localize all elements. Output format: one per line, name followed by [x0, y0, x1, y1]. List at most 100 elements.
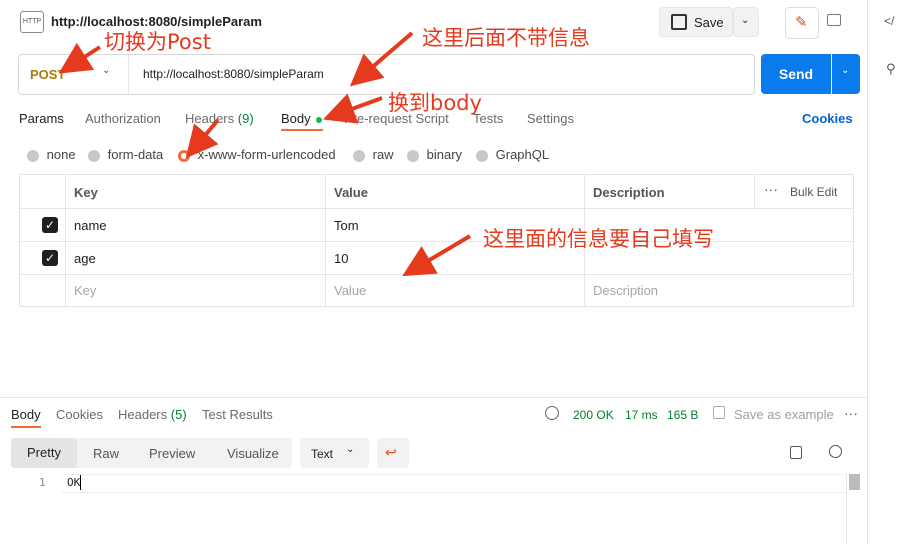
body-type-label: binary	[426, 147, 463, 162]
response-tab-test-results[interactable]: Test Results	[202, 407, 273, 422]
col-divider	[325, 175, 326, 306]
annotation-no-info-after: 这里后面不带信息	[422, 26, 590, 50]
send-dropdown-button[interactable]: ⌄	[832, 54, 860, 94]
body-type-label: x-www-form-urlencoded	[197, 147, 336, 162]
radio-icon	[27, 149, 39, 162]
copy-icon[interactable]	[790, 446, 802, 459]
search-icon[interactable]	[829, 445, 842, 458]
radio-icon	[407, 149, 419, 162]
response-tab-body[interactable]: Body	[11, 407, 41, 422]
status-code[interactable]: 200 OK	[573, 408, 614, 422]
row-key[interactable]: name	[74, 218, 107, 233]
save-button[interactable]: Save	[659, 7, 733, 37]
tab-body[interactable]: Body	[281, 111, 323, 126]
format-select[interactable]: Text ⌄	[300, 438, 369, 468]
code-icon[interactable]: </	[884, 14, 894, 28]
col-header-key: Key	[74, 185, 98, 200]
tab-headers[interactable]: Headers (9)	[185, 111, 254, 126]
response-tab-cookies[interactable]: Cookies	[56, 407, 103, 422]
row-divider	[20, 274, 853, 275]
right-panel-divider	[867, 0, 868, 544]
comment-icon	[827, 14, 841, 26]
body-type-binary[interactable]: binary	[407, 147, 462, 162]
col-header-description: Description	[593, 185, 665, 200]
more-options-icon[interactable]: ···	[844, 405, 858, 421]
http-badge-icon: HTTP	[20, 11, 44, 33]
chevron-down-icon: ⌄	[741, 15, 750, 26]
col-header-value: Value	[334, 185, 368, 200]
row-checkbox-icon[interactable]: ✓	[42, 217, 58, 233]
radio-icon	[353, 149, 365, 162]
lightbulb-icon[interactable]: ⚲	[886, 61, 896, 77]
radio-selected-icon	[178, 149, 190, 162]
tab-body-underline	[281, 129, 323, 131]
tab-headers-label: Headers	[185, 111, 235, 126]
body-type-label: GraphQL	[495, 147, 550, 162]
edit-button[interactable]: ✎	[785, 7, 819, 39]
tab-body-label: Body	[281, 111, 311, 126]
body-type-label: raw	[372, 147, 394, 162]
tab-authorization[interactable]: Authorization	[85, 111, 161, 126]
view-visualize[interactable]: Visualize	[227, 446, 279, 461]
response-headers-count: (5)	[170, 407, 187, 422]
new-value-input[interactable]: Value	[334, 283, 366, 298]
row-value[interactable]: Tom	[334, 218, 359, 233]
url-input[interactable]: http://localhost:8080/simpleParam	[143, 67, 324, 81]
bulk-edit-button[interactable]: Bulk Edit	[790, 185, 837, 199]
method-select[interactable]: POST ⌄	[18, 54, 128, 95]
chevron-down-icon: ⌄	[102, 65, 111, 76]
globe-icon[interactable]	[545, 406, 559, 420]
wrap-lines-icon: ↩	[385, 444, 397, 460]
save-example-icon	[713, 406, 725, 419]
new-description-input[interactable]: Description	[593, 283, 658, 298]
format-label: Text	[311, 447, 334, 461]
new-key-input[interactable]: Key	[74, 283, 96, 298]
body-type-graphql[interactable]: GraphQL	[476, 147, 549, 162]
view-preview[interactable]: Preview	[149, 446, 195, 461]
body-type-label: form-data	[107, 147, 164, 162]
response-content[interactable]: OK	[67, 476, 80, 489]
chevron-down-icon: ⌄	[346, 444, 355, 455]
tab-params[interactable]: Params	[19, 111, 64, 126]
body-type-raw[interactable]: raw	[353, 147, 394, 162]
annotation-to-body: 换到body	[388, 91, 482, 115]
response-divider	[0, 397, 867, 398]
response-size[interactable]: 165 B	[667, 408, 698, 422]
tab-settings[interactable]: Settings	[527, 111, 574, 126]
tab-headers-count: (9)	[237, 111, 254, 126]
annotation-fill-info: 这里面的信息要自己填写	[483, 227, 714, 251]
pencil-icon: ✎	[795, 14, 808, 31]
wrap-lines-button[interactable]: ↩	[377, 438, 409, 468]
send-button[interactable]: Send	[761, 54, 831, 94]
save-label: Save	[694, 15, 724, 30]
view-raw[interactable]: Raw	[93, 446, 119, 461]
row-divider	[20, 241, 853, 242]
body-type-label: none	[46, 147, 76, 162]
save-as-example-button[interactable]: Save as example	[734, 407, 834, 422]
more-options-icon[interactable]: ···	[764, 181, 778, 197]
response-time[interactable]: 17 ms	[625, 408, 658, 422]
method-label: POST	[30, 67, 66, 82]
save-icon	[671, 14, 687, 30]
radio-icon	[88, 149, 100, 162]
comments-button[interactable]	[819, 7, 849, 37]
row-value[interactable]: 10	[334, 251, 348, 266]
save-dropdown-button[interactable]: ⌄	[733, 7, 759, 37]
view-pretty[interactable]: Pretty	[11, 438, 77, 468]
chevron-down-icon: ⌄	[841, 65, 850, 76]
body-dot-icon	[316, 116, 323, 123]
body-type-form-data[interactable]: form-data	[88, 147, 163, 162]
annotation-switch-post: 切换为Post	[104, 30, 211, 54]
cookies-link[interactable]: Cookies	[802, 111, 853, 126]
response-tab-headers[interactable]: Headers (5)	[118, 407, 187, 422]
scrollbar[interactable]	[849, 474, 860, 490]
row-checkbox-icon[interactable]: ✓	[42, 250, 58, 266]
editor-border	[846, 474, 847, 544]
line-number: 1	[39, 476, 46, 489]
col-divider	[65, 175, 66, 306]
body-type-urlencoded[interactable]: x-www-form-urlencoded	[178, 147, 336, 162]
body-type-none[interactable]: none	[27, 147, 76, 162]
col-divider	[754, 175, 755, 208]
params-table: Key Value Description ··· Bulk Edit ✓ na…	[19, 174, 854, 307]
row-key[interactable]: age	[74, 251, 96, 266]
